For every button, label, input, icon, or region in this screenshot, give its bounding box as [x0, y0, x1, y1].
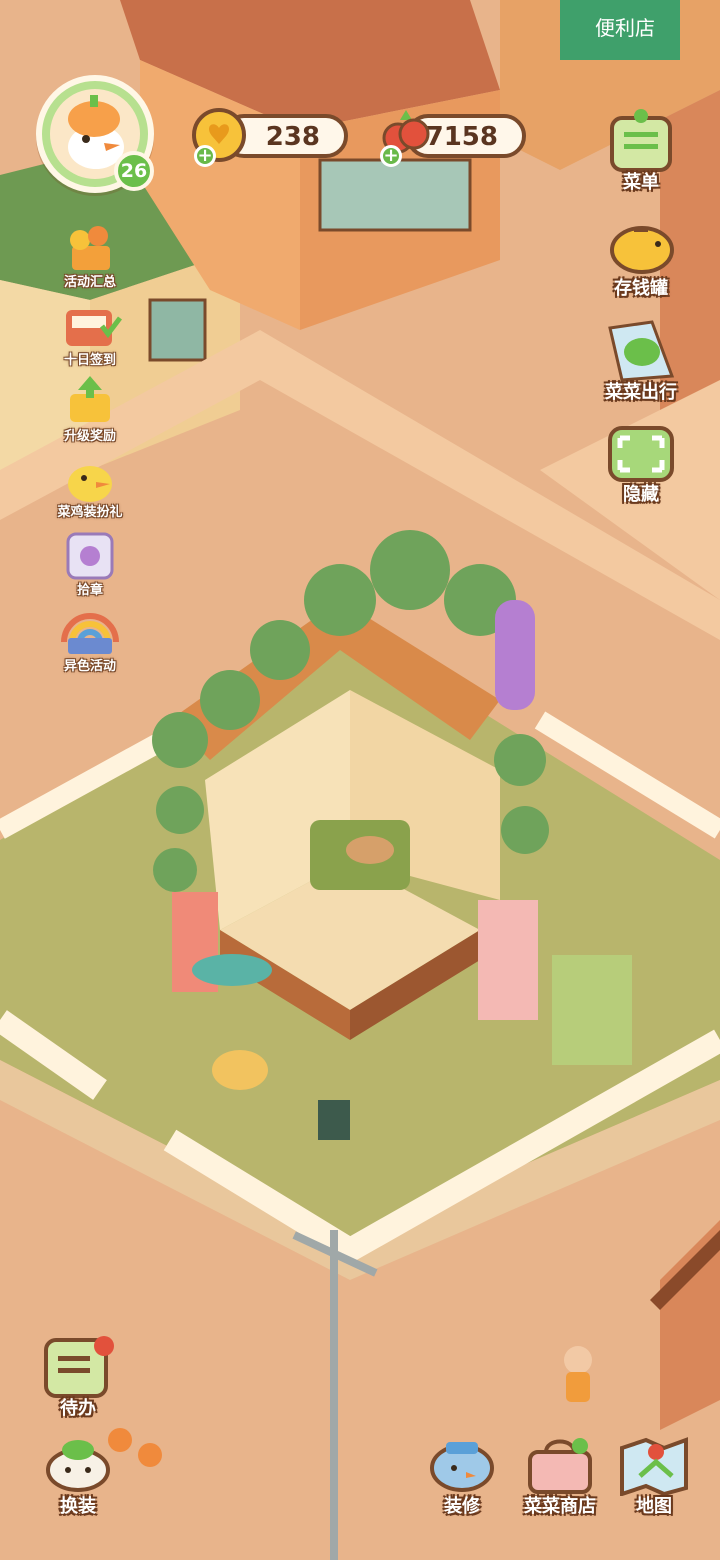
map-icon [620, 1437, 688, 1497]
ten-day-checkin-label: 十日签到 [63, 353, 116, 368]
hide-ui-button[interactable]: 隐藏 [598, 420, 684, 506]
todo-button[interactable]: 待办 [34, 1334, 122, 1420]
travel-label: 菜菜出行 [605, 382, 677, 403]
ten-day-checkin-button[interactable]: 十日签到 [50, 296, 130, 368]
stamp-button[interactable]: 拾章 [50, 526, 130, 598]
shop-bag-icon [528, 1438, 592, 1494]
color-event-label: 异色活动 [63, 659, 116, 674]
hide-frame-icon [608, 426, 674, 482]
duck-costume-label: 菜鸡装扮礼 [57, 505, 123, 520]
color-event-button[interactable]: 异色活动 [50, 602, 130, 674]
add-coins-icon[interactable]: + [194, 145, 216, 167]
add-veggies-icon[interactable]: + [380, 145, 402, 167]
calendar-basket-icon [66, 310, 122, 346]
garden-umbrella [192, 954, 272, 986]
wisteria [495, 600, 535, 710]
piggy-bank-button[interactable]: 存钱罐 [598, 214, 684, 300]
travel-button[interactable]: 菜菜出行 [598, 318, 684, 404]
rainbow-book-icon [61, 613, 119, 654]
todo-list-icon [44, 1336, 114, 1398]
level-reward-label: 升级奖励 [63, 429, 116, 444]
map-label: 地图 [636, 1496, 672, 1517]
pink-cabinet [478, 900, 538, 1020]
green-bookshelf [552, 955, 632, 1065]
piggy-bank-icon [610, 226, 674, 274]
piggy-bank-label: 存钱罐 [614, 278, 668, 299]
todo-label: 待办 [60, 1398, 96, 1419]
event-summary-label: 活动汇总 [63, 275, 116, 290]
map-button[interactable]: 地图 [610, 1432, 698, 1518]
stamp-collection-icon [66, 532, 114, 580]
store-sign: 便利店 [595, 16, 655, 40]
menu-icon [610, 109, 672, 172]
wardrobe-icon [46, 1440, 110, 1492]
stamp-label: 拾章 [76, 583, 103, 598]
travel-map-icon [608, 320, 675, 382]
menu-label: 菜单 [623, 172, 659, 193]
event-summary-button[interactable]: 活动汇总 [50, 218, 130, 290]
level-badge: 26 [114, 151, 154, 191]
chalkboard-sign [318, 1100, 350, 1140]
hide-ui-label: 隐藏 [623, 484, 659, 505]
veggie-amount: 7158 [425, 122, 498, 152]
duck-costume-icon [68, 466, 112, 502]
coin-amount: 238 [265, 122, 320, 152]
wardrobe-button[interactable]: 换装 [34, 1432, 122, 1518]
decorate-button[interactable]: 装修 [418, 1432, 506, 1518]
round-table [212, 1050, 268, 1090]
duck-costume-button[interactable]: 菜鸡装扮礼 [50, 448, 130, 520]
shop-button[interactable]: 菜菜商店 [510, 1432, 610, 1518]
player-avatar[interactable]: 26 [36, 75, 154, 193]
flower-pot-icon [70, 226, 110, 270]
decorate-bird-icon [430, 1442, 494, 1492]
npc-girl [564, 1346, 592, 1402]
menu-button[interactable]: 菜单 [598, 108, 684, 194]
level-reward-button[interactable]: 升级奖励 [50, 372, 130, 444]
wardrobe-label: 换装 [60, 1496, 96, 1517]
street-lamp [330, 1230, 338, 1560]
level-up-reward-icon [70, 376, 110, 422]
